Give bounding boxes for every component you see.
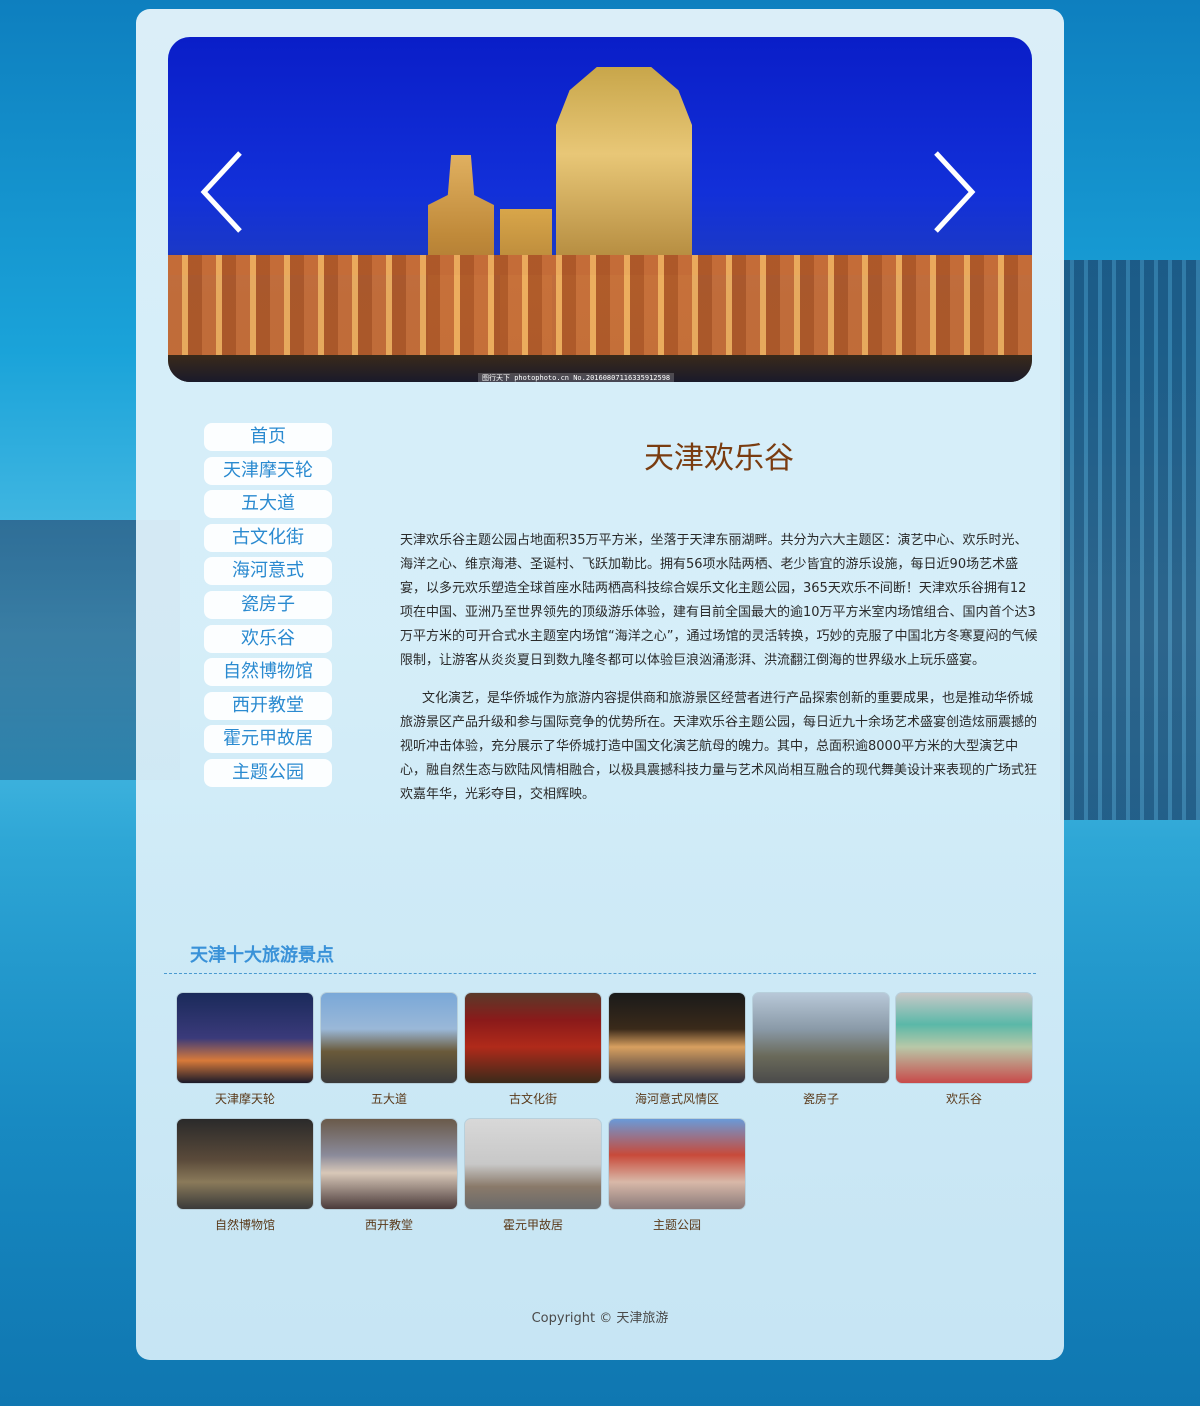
attractions-gallery: 天津摩天轮 五大道 古文化街 海河意式风情区 瓷房子 欢乐谷 自然博物馆 西开教… xyxy=(176,992,1040,1244)
article-title: 天津欢乐谷 xyxy=(644,441,794,476)
thumbnail-image xyxy=(464,1118,602,1210)
gallery-item-five-avenues[interactable]: 五大道 xyxy=(320,992,458,1107)
thumbnail-image xyxy=(895,992,1033,1084)
thumbnail-image xyxy=(464,992,602,1084)
gallery-item-xikai-church[interactable]: 西开教堂 xyxy=(320,1118,458,1233)
gallery-item-porcelain-house[interactable]: 瓷房子 xyxy=(752,992,890,1107)
gallery-item-natural-history-museum[interactable]: 自然博物馆 xyxy=(176,1118,314,1233)
gallery-item-ancient-culture-street[interactable]: 古文化街 xyxy=(464,992,602,1107)
gallery-caption: 欢乐谷 xyxy=(945,1092,982,1106)
chevron-right-icon xyxy=(934,151,976,233)
nav-item-italian-style-town[interactable]: 海河意式 xyxy=(204,557,332,586)
banner-image-buildings xyxy=(168,255,1032,357)
nav-item-ancient-culture-street[interactable]: 古文化街 xyxy=(204,523,332,552)
thumbnail-image xyxy=(176,992,314,1084)
nav-item-natural-history-museum[interactable]: 自然博物馆 xyxy=(204,658,332,687)
nav-item-huo-yuanjia-residence[interactable]: 霍元甲故居 xyxy=(204,725,332,754)
slider-prev-button[interactable] xyxy=(196,147,256,237)
nav-item-xikai-church[interactable]: 西开教堂 xyxy=(204,691,332,720)
gallery-item-theme-park[interactable]: 主题公园 xyxy=(608,1118,746,1233)
banner-credit: 图行天下 photophoto.cn No.201608071163359125… xyxy=(478,373,675,382)
footer-copyright: Copyright © 天津旅游 xyxy=(531,1311,669,1326)
nav-item-theme-park[interactable]: 主题公园 xyxy=(204,758,332,787)
main-panel: 图行天下 photophoto.cn No.201608071163359125… xyxy=(136,9,1064,1360)
nav-item-home[interactable]: 首页 xyxy=(204,423,332,451)
gallery-caption: 自然博物馆 xyxy=(214,1218,275,1232)
gallery-item-ferris-wheel[interactable]: 天津摩天轮 xyxy=(176,992,314,1107)
nav-item-porcelain-house[interactable]: 瓷房子 xyxy=(204,590,332,619)
thumbnail-image xyxy=(752,992,890,1084)
gallery-caption: 主题公园 xyxy=(652,1218,701,1232)
thumbnail-image xyxy=(608,1118,746,1210)
thumbnail-image xyxy=(320,1118,458,1210)
gallery-caption: 西开教堂 xyxy=(364,1218,413,1232)
gallery-item-happy-valley[interactable]: 欢乐谷 xyxy=(895,992,1033,1107)
thumbnail-image xyxy=(320,992,458,1084)
banner-slider: 图行天下 photophoto.cn No.201608071163359125… xyxy=(168,37,1032,382)
article-paragraph: 文化演艺，是华侨城作为旅游内容提供商和旅游景区经营者进行产品探索创新的重要成果，… xyxy=(400,691,1038,802)
gallery-caption: 瓷房子 xyxy=(802,1092,839,1106)
thumbnail-image xyxy=(608,992,746,1084)
article: 天津欢乐谷 天津欢乐谷主题公园占地面积35万平方米，坐落于天津东丽湖畔。共分为六… xyxy=(400,429,1038,821)
sidebar-nav: 首页 天津摩天轮 五大道 古文化街 海河意式 瓷房子 欢乐谷 自然博物馆 西开教… xyxy=(204,423,332,793)
nav-item-happy-valley[interactable]: 欢乐谷 xyxy=(204,624,332,653)
nav-item-five-avenues[interactable]: 五大道 xyxy=(204,490,332,519)
gallery-item-huo-yuanjia-residence[interactable]: 霍元甲故居 xyxy=(464,1118,602,1233)
slider-next-button[interactable] xyxy=(920,147,980,237)
background-city-right xyxy=(1060,260,1200,820)
thumbnail-image xyxy=(176,1118,314,1210)
gallery-row: 天津摩天轮 五大道 古文化街 海河意式风情区 瓷房子 欢乐谷 xyxy=(176,992,1040,1118)
article-paragraph: 天津欢乐谷主题公园占地面积35万平方米，坐落于天津东丽湖畔。共分为六大主题区：演… xyxy=(400,533,1038,668)
gallery-row: 自然博物馆 西开教堂 霍元甲故居 主题公园 xyxy=(176,1118,1040,1244)
chevron-left-icon xyxy=(200,151,242,233)
gallery-caption: 天津摩天轮 xyxy=(214,1092,275,1106)
nav-item-ferris-wheel[interactable]: 天津摩天轮 xyxy=(204,456,332,485)
gallery-title: 天津十大旅游景点 xyxy=(190,945,334,966)
gallery-caption: 霍元甲故居 xyxy=(502,1218,563,1232)
gallery-caption: 古文化街 xyxy=(508,1092,557,1106)
gallery-caption: 五大道 xyxy=(370,1092,407,1106)
gallery-header: 天津十大旅游景点 xyxy=(164,937,1036,974)
gallery-item-italian-style-town[interactable]: 海河意式风情区 xyxy=(608,992,746,1107)
gallery-caption: 海河意式风情区 xyxy=(634,1092,719,1106)
